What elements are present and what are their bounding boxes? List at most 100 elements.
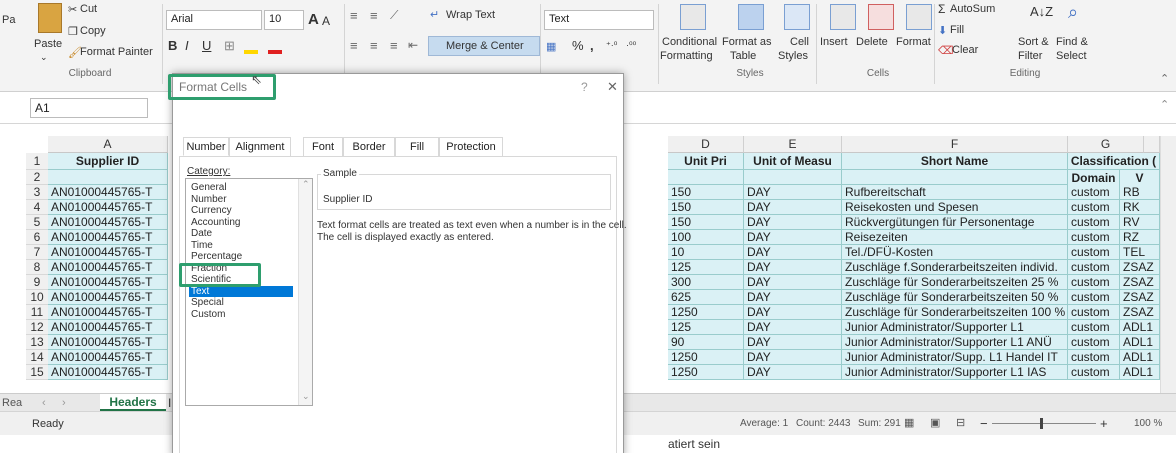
sheet-tab-headers[interactable]: Headers bbox=[100, 394, 166, 411]
font-color-icon[interactable] bbox=[268, 40, 282, 54]
row-number[interactable]: 5 bbox=[26, 215, 48, 230]
cell-code[interactable]: RZ bbox=[1120, 230, 1160, 245]
column-header-f[interactable]: F bbox=[842, 136, 1068, 153]
cell-unit-price[interactable]: 1250 bbox=[668, 350, 744, 365]
name-box[interactable]: A1 bbox=[30, 98, 148, 118]
cell-code[interactable]: ADL1 bbox=[1120, 320, 1160, 335]
cell-supplier-id[interactable]: AN01000445765-T bbox=[48, 215, 168, 230]
category-item-special[interactable]: Special bbox=[189, 297, 293, 308]
vertical-scrollbar[interactable] bbox=[1160, 136, 1176, 393]
cell-code[interactable]: ADL1 bbox=[1120, 350, 1160, 365]
row-number[interactable]: 14 bbox=[26, 350, 48, 365]
borders-icon[interactable]: ⊞ bbox=[224, 38, 235, 54]
number-format-box[interactable]: Text bbox=[544, 10, 654, 30]
orientation-icon[interactable]: ⟋ bbox=[390, 8, 398, 23]
page-layout-view-icon[interactable]: ▣ bbox=[930, 416, 940, 429]
row-number[interactable]: 8 bbox=[26, 260, 48, 275]
cell-domain[interactable]: custom bbox=[1068, 200, 1120, 215]
sort-filter-button[interactable]: Sort & bbox=[1018, 36, 1049, 48]
wrap-text-button[interactable]: Wrap Text bbox=[446, 9, 495, 21]
column-header-d[interactable]: D bbox=[668, 136, 744, 153]
decrease-decimal-icon[interactable]: ·⁰⁰ bbox=[626, 40, 636, 51]
cell-unit-price[interactable]: 1250 bbox=[668, 305, 744, 320]
category-item-percentage[interactable]: Percentage bbox=[189, 251, 293, 262]
sheet-tab-partial[interactable]: I bbox=[168, 396, 171, 410]
cell-short-name[interactable]: Zuschläge f.Sonderarbeitszeiten individ. bbox=[842, 260, 1068, 275]
cell-code[interactable]: ADL1 bbox=[1120, 365, 1160, 380]
row-number[interactable]: 13 bbox=[26, 335, 48, 350]
tab-scroll-left-icon[interactable]: ‹ bbox=[42, 397, 46, 409]
cell-unit-measure[interactable]: DAY bbox=[744, 215, 842, 230]
category-scrollbar[interactable]: ⌃ ⌄ bbox=[298, 179, 312, 405]
cell-unit-measure[interactable]: DAY bbox=[744, 365, 842, 380]
cell-supplier-id[interactable] bbox=[48, 170, 168, 185]
cell-code[interactable]: RK bbox=[1120, 200, 1160, 215]
cell-unit-price[interactable]: 150 bbox=[668, 185, 744, 200]
column-header-e[interactable]: E bbox=[744, 136, 842, 153]
cell-domain[interactable]: custom bbox=[1068, 305, 1120, 320]
tab-alignment[interactable]: Alignment bbox=[229, 137, 291, 156]
italic-button[interactable]: I bbox=[185, 38, 189, 53]
cell-short-name[interactable]: Junior Administrator/Supp. L1 Handel IT bbox=[842, 350, 1068, 365]
tab-number[interactable]: Number bbox=[183, 137, 229, 156]
grow-font-button[interactable]: A bbox=[308, 11, 319, 28]
cell-supplier-id[interactable]: AN01000445765-T bbox=[48, 290, 168, 305]
increase-decimal-icon[interactable]: ⁺·⁰ bbox=[606, 40, 617, 51]
zoom-in-button[interactable]: + bbox=[1100, 416, 1108, 431]
fill-button[interactable]: Fill bbox=[950, 24, 964, 36]
shrink-font-button[interactable]: A bbox=[322, 14, 330, 28]
category-item-accounting[interactable]: Accounting bbox=[189, 217, 293, 228]
cell-domain[interactable]: custom bbox=[1068, 215, 1120, 230]
row-number[interactable]: 2 bbox=[26, 170, 48, 185]
bold-button[interactable]: B bbox=[168, 38, 177, 53]
cell-domain[interactable]: custom bbox=[1068, 320, 1120, 335]
cell-supplier-id[interactable]: AN01000445765-T bbox=[48, 260, 168, 275]
row-number[interactable]: 3 bbox=[26, 185, 48, 200]
conditional-formatting-button[interactable]: Conditional bbox=[662, 36, 717, 48]
category-item-date[interactable]: Date bbox=[189, 228, 293, 239]
column-header-a[interactable]: A bbox=[48, 136, 168, 153]
tab-border[interactable]: Border bbox=[343, 137, 395, 156]
merge-center-button[interactable]: Merge & Center bbox=[446, 40, 524, 52]
align-center-icon[interactable]: ≡ bbox=[370, 38, 378, 53]
cell-code[interactable]: ZSAZ bbox=[1120, 290, 1160, 305]
decrease-indent-icon[interactable]: ⇤ bbox=[408, 38, 418, 52]
format-button[interactable]: Format bbox=[896, 36, 931, 48]
row-number[interactable]: 1 bbox=[26, 153, 48, 170]
cell-unit-measure[interactable]: DAY bbox=[744, 305, 842, 320]
category-item-time[interactable]: Time bbox=[189, 240, 293, 251]
find-select-button[interactable]: Find & bbox=[1056, 36, 1088, 48]
cell-unit-measure[interactable]: DAY bbox=[744, 275, 842, 290]
cell-unit-measure[interactable]: DAY bbox=[744, 335, 842, 350]
tab-scroll-right-icon[interactable]: › bbox=[62, 397, 66, 409]
cell-short-name[interactable]: Junior Administrator/Supporter L1 bbox=[842, 320, 1068, 335]
paste-dropdown-icon[interactable]: ⌄ bbox=[40, 52, 48, 63]
cell-unit-price[interactable] bbox=[668, 170, 744, 185]
header-unit-price[interactable]: Unit Pri bbox=[668, 153, 744, 170]
percent-button[interactable]: % bbox=[572, 38, 584, 53]
zoom-out-button[interactable]: − bbox=[980, 416, 988, 431]
cell-domain[interactable]: custom bbox=[1068, 365, 1120, 380]
tab-protection[interactable]: Protection bbox=[439, 137, 503, 156]
cell-code[interactable]: RB bbox=[1120, 185, 1160, 200]
scroll-down-icon[interactable]: ⌄ bbox=[302, 391, 310, 402]
cell-supplier-id[interactable]: AN01000445765-T bbox=[48, 245, 168, 260]
comma-button[interactable]: , bbox=[590, 38, 594, 53]
row-number[interactable]: 10 bbox=[26, 290, 48, 305]
underline-button[interactable]: U bbox=[202, 38, 211, 53]
cell-unit-measure[interactable]: DAY bbox=[744, 230, 842, 245]
cell-unit-price[interactable]: 100 bbox=[668, 230, 744, 245]
row-number[interactable]: 7 bbox=[26, 245, 48, 260]
cell-short-name[interactable]: Rufbereitschaft bbox=[842, 185, 1068, 200]
cell-unit-measure[interactable]: DAY bbox=[744, 185, 842, 200]
cell-unit-price[interactable]: 150 bbox=[668, 215, 744, 230]
insert-button[interactable]: Insert bbox=[820, 36, 848, 48]
cell-supplier-id[interactable]: AN01000445765-T bbox=[48, 365, 168, 380]
cell-supplier-id[interactable]: AN01000445765-T bbox=[48, 335, 168, 350]
cell-code[interactable]: ADL1 bbox=[1120, 335, 1160, 350]
cell-unit-price[interactable]: 10 bbox=[668, 245, 744, 260]
cell-unit-price[interactable]: 125 bbox=[668, 320, 744, 335]
cell-code[interactable]: ZSAZ bbox=[1120, 275, 1160, 290]
align-left-icon[interactable]: ≡ bbox=[350, 38, 358, 53]
cell-supplier-id[interactable]: AN01000445765-T bbox=[48, 230, 168, 245]
